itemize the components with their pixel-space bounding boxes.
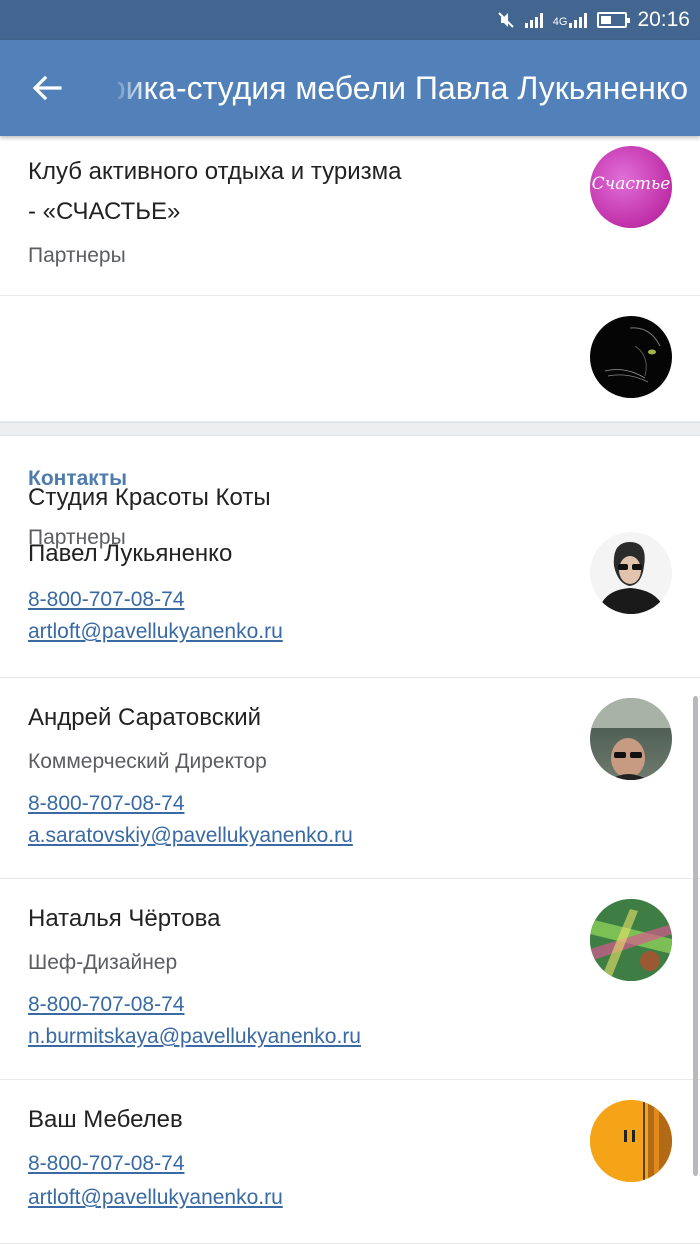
back-button[interactable] <box>22 66 72 110</box>
battery-icon <box>597 12 631 28</box>
scrollbar[interactable] <box>693 696 698 1176</box>
signal-4g-icon: 4G <box>553 12 588 28</box>
contact-phone-link[interactable]: 8-800-707-08-74 <box>28 993 184 1017</box>
contact-name: Павел Лукьяненко <box>28 540 233 567</box>
status-time: 20:16 <box>637 8 690 31</box>
signal-icon <box>524 12 543 28</box>
avatar <box>590 1100 672 1182</box>
section-divider <box>0 422 700 436</box>
group-row-schaste[interactable]: Клуб активного отдыха и туризма - «СЧАСТ… <box>0 136 700 296</box>
contact-role: Шеф-Дизайнер <box>28 951 178 974</box>
avatar <box>590 532 672 614</box>
status-icons: 4G 20:16 <box>497 0 690 40</box>
contact-row[interactable]: Ваш Мебелев 8-800-707-08-74 artloft@pave… <box>0 1080 700 1244</box>
contact-name: Ваш Мебелев <box>28 1106 183 1133</box>
main-content: Клуб активного отдыха и туризма - «СЧАСТ… <box>0 136 700 1244</box>
avatar-photo <box>598 542 666 614</box>
cat-image <box>604 327 661 383</box>
avatar <box>590 316 672 398</box>
page-title: Фабрика-студия мебели Павла Лукьяненко <box>118 70 688 106</box>
contact-row[interactable]: Андрей Саратовский Коммерческий Директор… <box>0 678 700 879</box>
contact-row[interactable]: Павел Лукьяненко 8-800-707-08-74 artloft… <box>0 514 700 678</box>
avatar-logo-text: Счастье <box>591 174 671 194</box>
network-label: 4G <box>552 16 568 28</box>
group-row-koty[interactable]: Студия Красоты Коты Партнеры <box>0 296 700 549</box>
contact-email-link[interactable]: n.burmitskaya@pavellukyanenko.ru <box>28 1025 361 1049</box>
contact-name: Наталья Чёртова <box>28 905 221 932</box>
contact-email-link[interactable]: artloft@pavellukyanenko.ru <box>28 620 283 644</box>
contact-email-link[interactable]: a.saratovskiy@pavellukyanenko.ru <box>28 824 353 848</box>
group-name: Клуб активного отдыха и туризма - «СЧАСТ… <box>28 158 402 225</box>
app-bar: Фабрика-студия мебели Павла Лукьяненко <box>0 40 700 136</box>
contact-email-link[interactable]: artloft@pavellukyanenko.ru <box>28 1186 283 1210</box>
contact-role: Коммерческий Директор <box>28 750 267 773</box>
mute-icon <box>497 11 515 29</box>
status-bar: 4G 20:16 <box>0 0 700 40</box>
avatar <box>590 698 672 780</box>
avatar-photo <box>590 1100 672 1182</box>
avatar-photo <box>590 899 672 981</box>
avatar-photo <box>590 698 672 780</box>
contact-phone-link[interactable]: 8-800-707-08-74 <box>28 792 184 816</box>
avatar: Счастье <box>590 146 672 228</box>
contact-name: Андрей Саратовский <box>28 704 262 731</box>
title-fade <box>110 40 150 136</box>
avatar <box>590 899 672 981</box>
contact-row[interactable]: Наталья Чёртова Шеф-Дизайнер 8-800-707-0… <box>0 879 700 1080</box>
group-name: Студия Красоты Коты <box>28 484 271 511</box>
contact-phone-link[interactable]: 8-800-707-08-74 <box>28 588 184 612</box>
arrow-left-icon <box>32 75 62 101</box>
contact-phone-link[interactable]: 8-800-707-08-74 <box>28 1152 184 1176</box>
group-subtitle: Партнеры <box>28 244 126 267</box>
